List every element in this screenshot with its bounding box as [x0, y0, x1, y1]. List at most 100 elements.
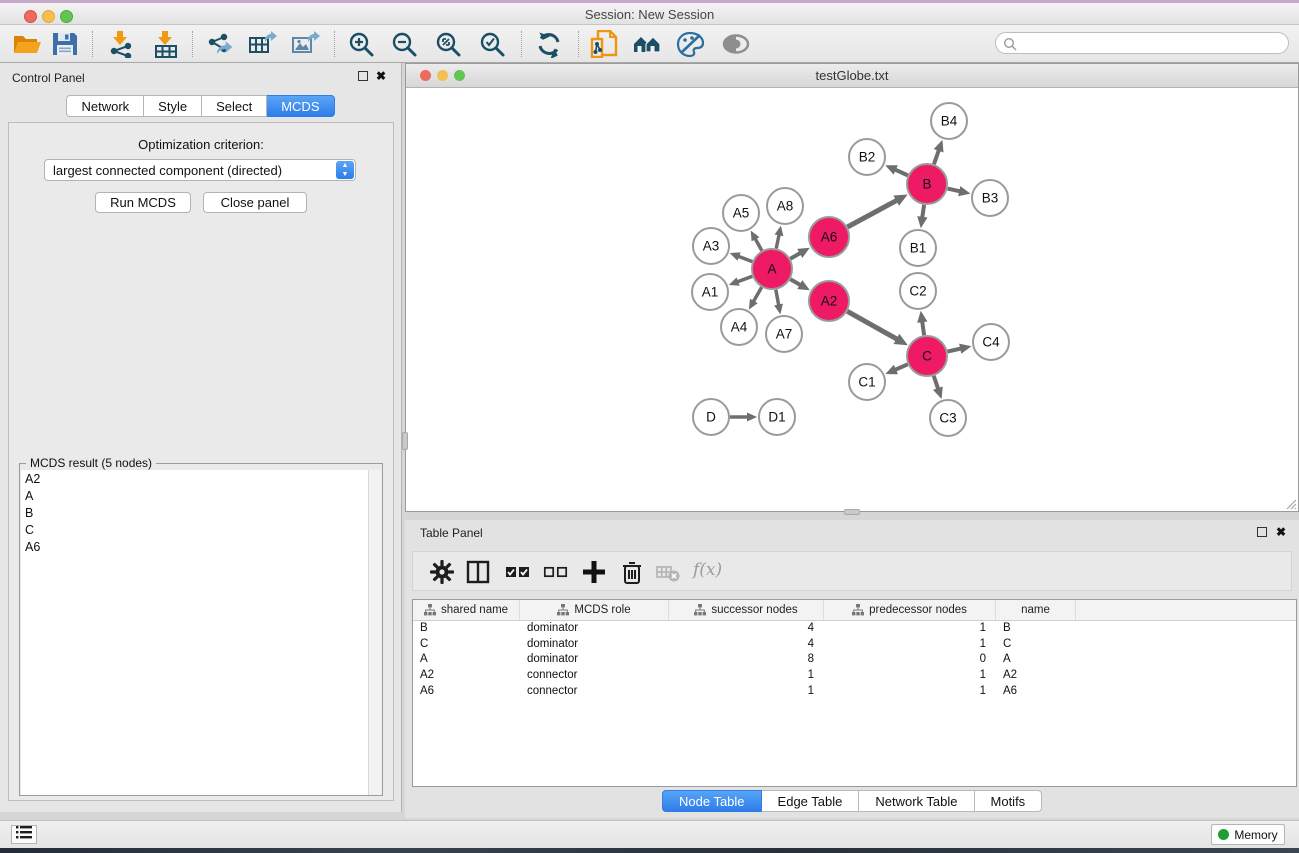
graph-node-A6[interactable]: A6	[809, 217, 849, 257]
zoom-out-icon[interactable]	[390, 30, 420, 58]
memory-button[interactable]: Memory	[1211, 824, 1285, 845]
show-hide-icon[interactable]	[721, 30, 751, 58]
table-cell[interactable]: 1	[824, 684, 996, 700]
table-cell[interactable]: A2	[996, 668, 1076, 684]
table-cell[interactable]: B	[413, 621, 520, 637]
graph-edge-C-C1[interactable]	[894, 364, 908, 370]
new-network-from-file-icon[interactable]	[590, 30, 620, 58]
table-cell[interactable]: C	[413, 637, 520, 653]
graph-edge-C-C4[interactable]	[948, 348, 963, 351]
table-cell[interactable]: 0	[824, 652, 996, 668]
table-cell[interactable]: A6	[996, 684, 1076, 700]
mcds-result-list[interactable]: A2ABCA6	[21, 470, 369, 795]
graph-node-C1[interactable]: C1	[849, 364, 885, 400]
import-network-icon[interactable]	[106, 30, 136, 58]
table-cell[interactable]: A	[996, 652, 1076, 668]
mcds-result-scrollbar[interactable]	[368, 470, 381, 795]
deselect-all-icon[interactable]	[543, 559, 569, 585]
mcds-result-item[interactable]: A6	[21, 538, 369, 555]
optimization-criterion-select[interactable]: largest connected component (directed) ▲…	[44, 159, 356, 181]
graph-edge-B-B2[interactable]	[894, 169, 908, 175]
graph-edge-C-C2[interactable]	[922, 320, 924, 335]
delete-icon[interactable]	[619, 559, 645, 585]
mcds-result-item[interactable]: B	[21, 504, 369, 521]
graph-edge-B-B3[interactable]	[947, 189, 961, 192]
table-row[interactable]: Cdominator41C	[413, 637, 1296, 653]
table-cell[interactable]: 1	[669, 668, 824, 684]
export-table-icon[interactable]	[247, 30, 277, 58]
gear-icon[interactable]	[429, 559, 455, 585]
graph-edge-A-A4[interactable]	[753, 287, 762, 302]
graph-svg[interactable]: B4B2BB3A8A5A6A3B1AC2A1A2A4A7C4CC1DD1C3	[406, 88, 1298, 511]
graph-edge-A-A5[interactable]	[755, 237, 762, 250]
close-panel-button[interactable]: Close panel	[203, 192, 307, 213]
table-row[interactable]: A6connector11A6	[413, 684, 1296, 700]
table-cell[interactable]: 4	[669, 621, 824, 637]
graph-node-A4[interactable]: A4	[721, 309, 757, 345]
float-panel-icon[interactable]	[358, 71, 368, 81]
graph-node-C[interactable]: C	[907, 336, 947, 376]
graph-node-B[interactable]: B	[907, 164, 947, 204]
graph-node-A8[interactable]: A8	[767, 188, 803, 224]
export-network-icon[interactable]	[204, 30, 234, 58]
table-cell[interactable]: connector	[520, 668, 669, 684]
graph-edge-A-A8[interactable]	[776, 233, 779, 248]
mcds-result-item[interactable]: A2	[21, 470, 369, 487]
panel-grip-icon[interactable]	[844, 509, 860, 515]
table-cell[interactable]: C	[996, 637, 1076, 653]
table-row[interactable]: Bdominator41B	[413, 621, 1296, 637]
tab-style[interactable]: Style	[144, 95, 202, 117]
tab-select[interactable]: Select	[202, 95, 267, 117]
table-row[interactable]: Adominator80A	[413, 652, 1296, 668]
delete-table-icon[interactable]	[655, 559, 681, 585]
table-cell[interactable]: dominator	[520, 621, 669, 637]
column-header-predecessor-nodes[interactable]: predecessor nodes	[824, 600, 996, 620]
graph-node-B1[interactable]: B1	[900, 230, 936, 266]
table-cell[interactable]: A	[413, 652, 520, 668]
graph-node-A7[interactable]: A7	[766, 316, 802, 352]
graph-edge-C-C3[interactable]	[934, 376, 939, 390]
graph-edge-A2-C[interactable]	[847, 311, 898, 340]
column-header-name[interactable]: name	[996, 600, 1076, 620]
paint-style-icon[interactable]	[676, 30, 706, 58]
import-table-icon[interactable]	[151, 30, 181, 58]
table-cell[interactable]: 1	[824, 668, 996, 684]
save-session-icon[interactable]	[50, 30, 80, 58]
graph-node-A3[interactable]: A3	[693, 228, 729, 264]
open-session-icon[interactable]	[12, 30, 42, 58]
add-icon[interactable]	[581, 559, 607, 585]
column-header-MCDS-role[interactable]: MCDS role	[520, 600, 669, 620]
table-cell[interactable]: B	[996, 621, 1076, 637]
tab-network-table[interactable]: Network Table	[859, 790, 974, 812]
task-history-button[interactable]	[11, 825, 37, 844]
table-cell[interactable]: 4	[669, 637, 824, 653]
table-cell[interactable]: connector	[520, 684, 669, 700]
graph-node-D[interactable]: D	[693, 399, 729, 435]
mcds-result-item[interactable]: C	[21, 521, 369, 538]
graph-node-C2[interactable]: C2	[900, 273, 936, 309]
table-cell[interactable]: dominator	[520, 637, 669, 653]
table-cell[interactable]: 1	[824, 637, 996, 653]
graph-node-B4[interactable]: B4	[931, 103, 967, 139]
column-header-shared-name[interactable]: shared name	[413, 600, 520, 620]
graph-node-D1[interactable]: D1	[759, 399, 795, 435]
graph-edge-A6-B[interactable]	[847, 200, 898, 227]
graph-node-B3[interactable]: B3	[972, 180, 1008, 216]
zoom-in-icon[interactable]	[347, 30, 377, 58]
graph-node-C3[interactable]: C3	[930, 400, 966, 436]
close-panel-icon[interactable]: ✖	[376, 69, 386, 83]
graph-node-A1[interactable]: A1	[692, 274, 728, 310]
graph-node-C4[interactable]: C4	[973, 324, 1009, 360]
table-cell[interactable]: 8	[669, 652, 824, 668]
float-panel-icon[interactable]	[1257, 527, 1267, 537]
panel-grip-icon[interactable]	[402, 432, 408, 450]
export-image-icon[interactable]	[290, 30, 320, 58]
table-cell[interactable]: A2	[413, 668, 520, 684]
refresh-icon[interactable]	[534, 30, 564, 58]
search-field[interactable]	[995, 32, 1289, 54]
graph-edge-A-A7[interactable]	[776, 290, 779, 307]
show-all-networks-icon[interactable]	[632, 30, 662, 58]
graph-node-B2[interactable]: B2	[849, 139, 885, 175]
graph-edge-A-A1[interactable]	[736, 276, 752, 282]
tab-edge-table[interactable]: Edge Table	[762, 790, 860, 812]
